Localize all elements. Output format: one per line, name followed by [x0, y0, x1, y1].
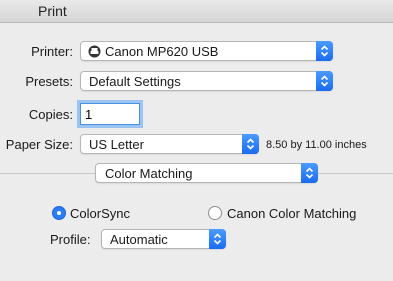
- chevron-updown-icon: [242, 134, 259, 154]
- section-popup[interactable]: Color Matching: [95, 163, 318, 183]
- profile-popup[interactable]: Automatic: [101, 229, 226, 249]
- copies-field[interactable]: [80, 103, 140, 125]
- copies-label: Copies:: [28, 107, 73, 122]
- chevron-updown-icon: [209, 229, 226, 249]
- presets-value: Default Settings: [89, 74, 181, 89]
- printer-popup[interactable]: Canon MP620 USB: [80, 41, 333, 61]
- canon-color-matching-radio[interactable]: [208, 206, 222, 220]
- profile-label: Profile:: [50, 232, 91, 247]
- profile-value: Automatic: [110, 232, 168, 247]
- chevron-updown-icon: [316, 41, 333, 61]
- title-bar: Print: [0, 0, 393, 23]
- colorsync-label: ColorSync: [70, 206, 130, 221]
- window-title: Print: [38, 3, 67, 19]
- chevron-updown-icon: [316, 71, 333, 91]
- paper-dimensions: 8.50 by 11.00 inches: [266, 139, 367, 151]
- printer-label: Printer:: [31, 44, 73, 59]
- section-divider-right: [318, 173, 393, 174]
- paper-size-popup[interactable]: US Letter: [80, 134, 259, 154]
- printer-icon: [88, 45, 101, 61]
- chevron-updown-icon: [301, 163, 318, 183]
- canon-color-matching-label: Canon Color Matching: [227, 206, 357, 221]
- paper-size-label: Paper Size:: [5, 137, 73, 152]
- paper-size-value: US Letter: [89, 137, 144, 152]
- presets-popup[interactable]: Default Settings: [80, 71, 333, 91]
- colorsync-radio[interactable]: [52, 206, 66, 220]
- section-value: Color Matching: [105, 166, 193, 181]
- printer-value: Canon MP620 USB: [105, 44, 219, 59]
- section-divider-left: [0, 173, 95, 174]
- presets-label: Presets:: [25, 74, 73, 89]
